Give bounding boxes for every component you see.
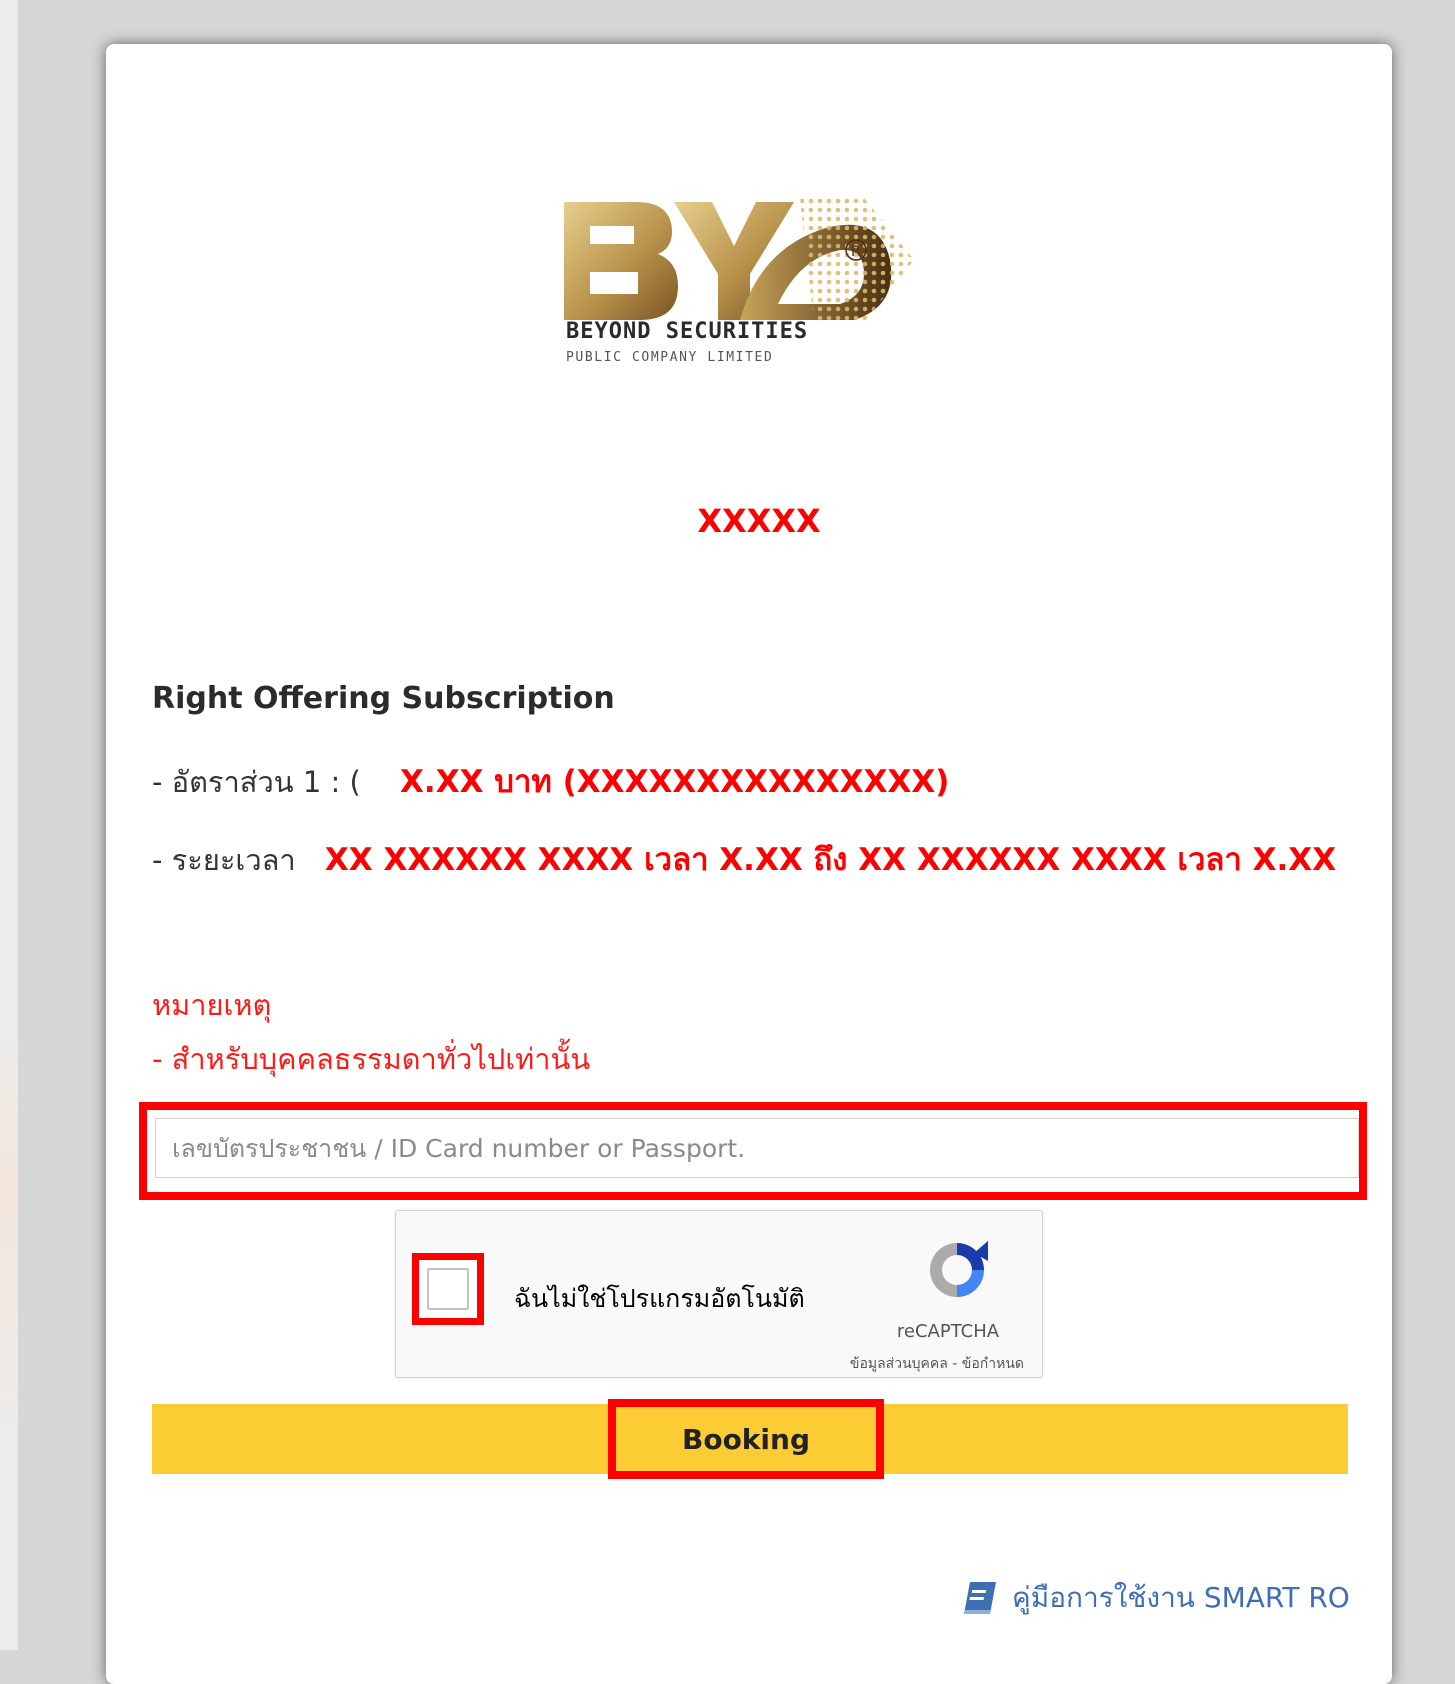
recaptcha-brand: reCAPTCHA	[896, 1321, 1000, 1342]
book-icon	[964, 1582, 996, 1614]
brand-subtitle: PUBLIC COMPANY LIMITED	[566, 350, 774, 365]
ratio-value: X.XX บาท (XXXXXXXXXXXXXXX)	[400, 764, 950, 800]
user-manual-label: คู่มือการใช้งาน SMART RO	[1012, 1581, 1350, 1614]
captcha-checkbox[interactable]	[427, 1268, 469, 1310]
user-manual-link[interactable]: คู่มือการใช้งาน SMART RO	[960, 1576, 1350, 1620]
svg-text:R: R	[851, 244, 861, 260]
note-title: หมายเหตุ	[152, 988, 272, 1022]
recaptcha-icon	[930, 1241, 988, 1297]
stock-name-text: XXXXX	[697, 502, 821, 540]
booking-button-highlight: Booking	[608, 1399, 884, 1479]
side-shade	[0, 0, 18, 1650]
captcha-label: ฉันไม่ใช่โปรแกรมอัตโนมัติ	[514, 1284, 805, 1313]
recaptcha-links[interactable]: ข้อมูลส่วนบุคคล - ข้อกำหนด	[756, 1353, 1024, 1375]
ratio-row: - อัตราส่วน 1 : ( X.XX บาท (XXXXXXXXXXXX…	[152, 756, 949, 806]
period-row: - ระยะเวลา XX XXXXXX XXXX เวลา X.XX ถึง …	[152, 834, 1336, 884]
brand-name: BEYOND SECURITIES	[566, 319, 809, 344]
subscription-card: R BEYOND SECURITIES PUBLIC COMPANY LIMIT…	[106, 44, 1392, 1684]
subscription-title: Right Offering Subscription	[152, 681, 615, 716]
booking-button[interactable]: Booking	[616, 1407, 876, 1471]
ratio-label: - อัตราส่วน 1 : (	[152, 765, 361, 799]
id-input-highlight	[139, 1102, 1367, 1200]
period-label: - ระยะเวลา	[152, 843, 296, 877]
recaptcha-widget: ฉันไม่ใช่โปรแกรมอัตโนมัติ reCAPTCHA ข้อม…	[395, 1210, 1043, 1378]
period-value: XX XXXXXX XXXX เวลา X.XX ถึง XX XXXXXX X…	[324, 842, 1337, 878]
id-card-input[interactable]	[155, 1118, 1359, 1178]
note-line: - สำหรับบุคคลธรรมดาทั่วไปเท่านั้น	[152, 1042, 591, 1076]
byd-logo: R	[564, 188, 944, 418]
captcha-checkbox-highlight	[412, 1253, 484, 1325]
stock-name: XXXXX	[106, 502, 1392, 540]
